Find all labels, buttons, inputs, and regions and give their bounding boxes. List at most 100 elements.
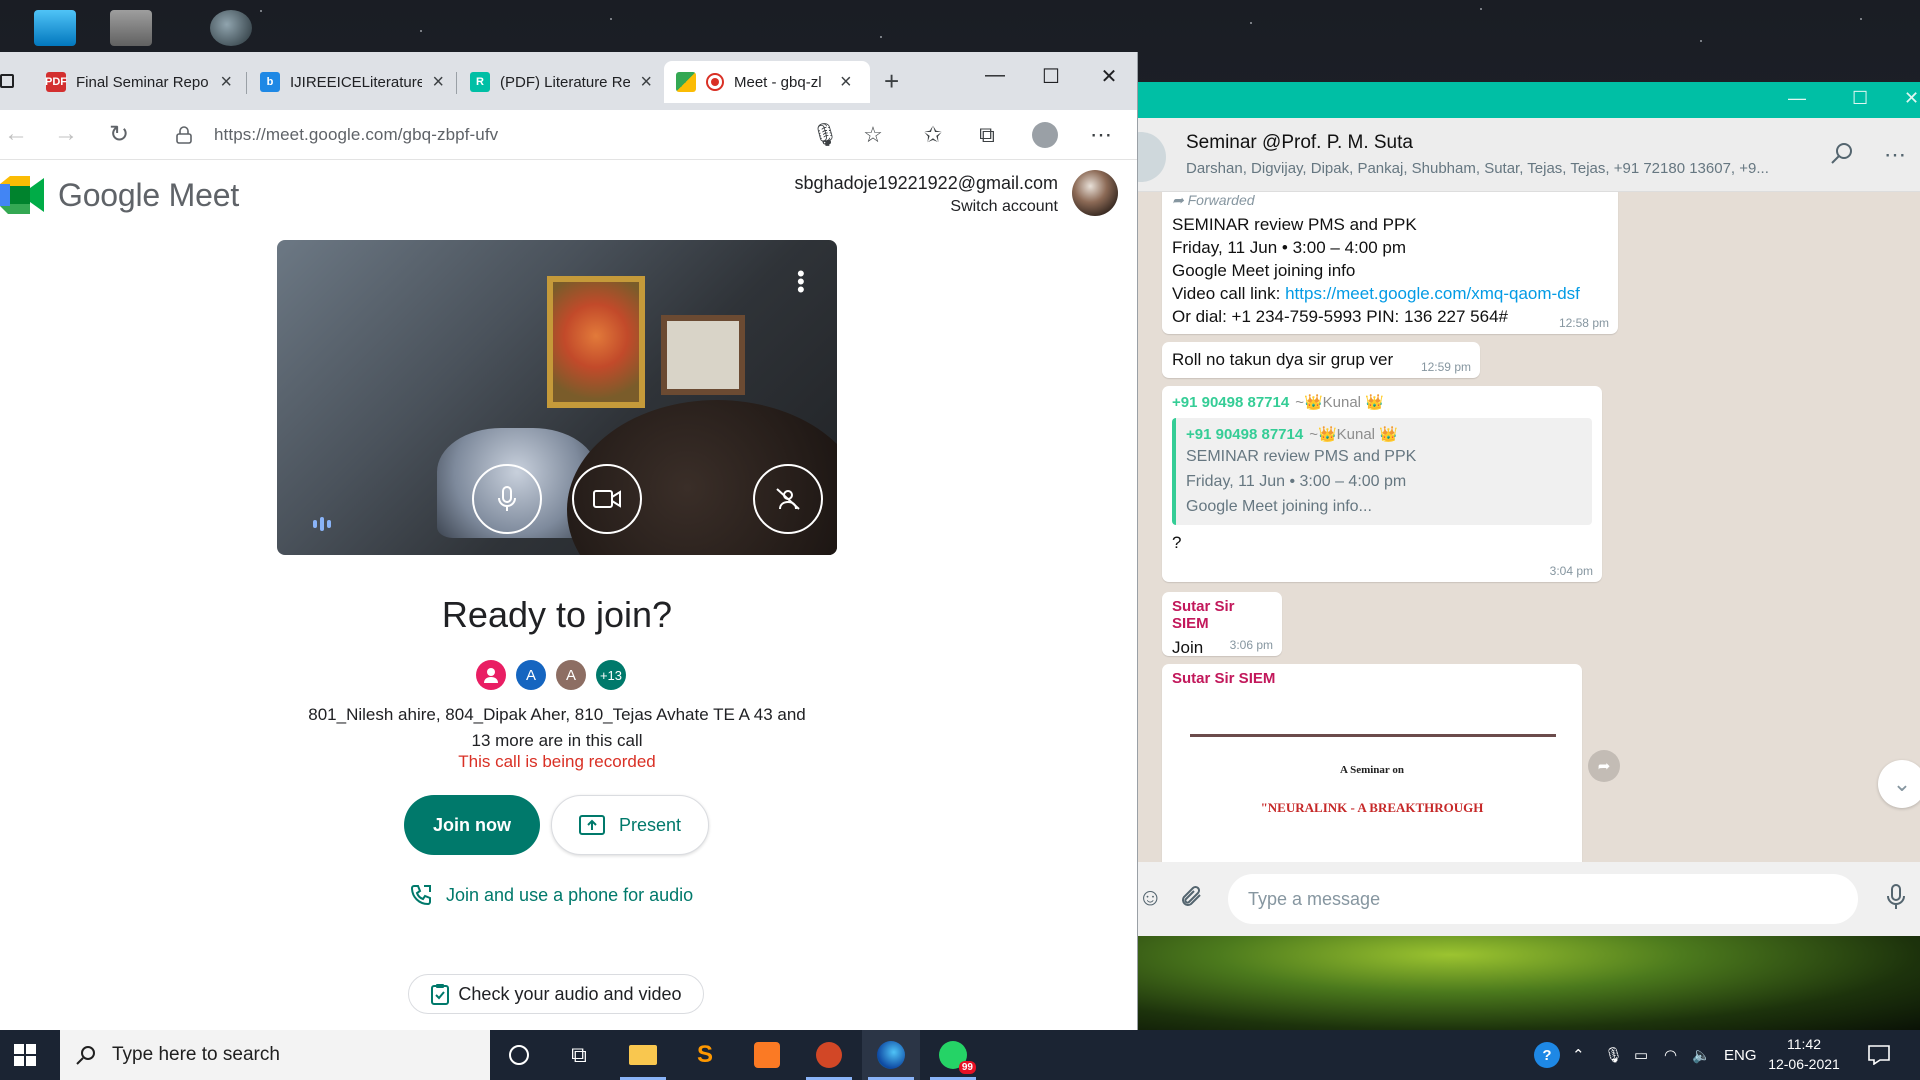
volume-icon[interactable]: 🔈 (1692, 1030, 1711, 1080)
group-avatar[interactable] (1138, 132, 1166, 182)
collections-icon[interactable]: ⧉ (972, 122, 1002, 148)
background-effects-button[interactable] (753, 464, 823, 534)
clock[interactable]: 11:42 12-06-2021 (1768, 1034, 1840, 1074)
group-name: Seminar @Prof. P. M. Suta (1186, 132, 1413, 153)
present-button[interactable]: Present (551, 795, 709, 855)
url-text: https://meet.google.com/gbq-zbpf-ufv (214, 125, 499, 144)
microphone-permission-icon[interactable]: 🎙 (810, 122, 840, 148)
more-participants-badge: +13 (596, 660, 626, 690)
back-icon[interactable]: ← (0, 120, 32, 148)
xampp-icon[interactable] (738, 1030, 796, 1080)
wifi-icon[interactable]: ◠ (1664, 1030, 1677, 1080)
forward-icon[interactable]: → (50, 120, 82, 148)
taskbar-search[interactable]: Type here to search (60, 1030, 490, 1080)
in-call-line: 13 more are in this call (471, 731, 643, 750)
show-hidden-icons-icon[interactable]: ⌃ (1572, 1030, 1585, 1080)
maximize-icon[interactable]: ☐ (1036, 64, 1066, 89)
favorites-icon[interactable]: ✩ (918, 122, 948, 148)
tab-meet[interactable]: Meet - gbq-zl × (664, 61, 870, 103)
emoji-icon[interactable]: ☺ (1138, 884, 1163, 912)
message-text: ? (1172, 533, 1182, 552)
profile-icon[interactable] (1030, 122, 1060, 154)
phone-audio-link[interactable]: Join and use a phone for audio (410, 884, 693, 906)
scroll-down-icon[interactable]: ⌄ (1878, 760, 1920, 808)
attach-icon[interactable] (1180, 884, 1204, 915)
wallpaper-field (1138, 936, 1920, 1030)
reload-icon[interactable]: ↻ (103, 120, 135, 149)
tab-final-seminar-report[interactable]: PDF Final Seminar Repo × (34, 61, 244, 103)
bing-icon: b (260, 72, 280, 92)
close-icon[interactable]: × (640, 71, 652, 94)
quoted-message[interactable]: +91 90498 87714 ~👑Kunal 👑 SEMINAR review … (1172, 418, 1592, 525)
document-preview[interactable]: A Seminar on "NEURALINK - A BREAKTHROUGH (1182, 704, 1562, 815)
powerpoint-icon[interactable] (800, 1030, 858, 1080)
present-label: Present (618, 814, 682, 835)
switch-account-link[interactable]: Switch account (795, 198, 1058, 216)
message-input[interactable] (1228, 874, 1858, 924)
cortana-icon[interactable] (490, 1030, 548, 1080)
ready-to-join-title: Ready to join? (441, 594, 673, 635)
language-indicator[interactable]: ENG (1724, 1030, 1757, 1080)
file-explorer-icon[interactable] (614, 1030, 672, 1080)
address-bar[interactable]: https://meet.google.com/gbq-zbpf-ufv (156, 116, 898, 154)
task-view-icon[interactable]: ⧉ (550, 1030, 608, 1080)
background-blur-icon (776, 488, 800, 510)
menu-icon[interactable]: ⋯ (1884, 142, 1906, 168)
window-close-icon[interactable]: ✕ (1094, 64, 1124, 89)
recycle-bin-desktop-icon[interactable] (110, 10, 152, 46)
new-tab-icon[interactable]: + (884, 66, 899, 97)
close-icon[interactable]: × (432, 71, 444, 94)
google-meet-icon (676, 72, 696, 92)
minimize-icon[interactable]: — (1788, 88, 1806, 109)
present-screen-icon (578, 815, 605, 835)
tab-pdf-literature-review[interactable]: R (PDF) Literature Re × (458, 61, 664, 103)
video-scene (661, 315, 745, 395)
add-favorite-icon[interactable]: ☆ (858, 122, 888, 148)
message-bubble[interactable]: Roll no takun dya sir grup ver 12:59 pm (1162, 342, 1480, 378)
camera-toggle-button[interactable] (572, 464, 642, 534)
phone-audio-label: Join and use a phone for audio (446, 884, 694, 905)
pdf-icon: PDF (45, 72, 67, 92)
microphone-tray-icon[interactable]: 🎙 (1604, 1030, 1623, 1080)
close-icon[interactable]: × (840, 71, 852, 94)
quoted-line: Friday, 11 Jun • 3:00 – 4:00 pm (1186, 473, 1407, 490)
tab-ijireeice-literature[interactable]: b IJIREEICELiterature × (248, 61, 456, 103)
document-message[interactable]: Sutar Sir SIEM A Seminar on "NEURALINK -… (1162, 664, 1582, 862)
app-desktop-icon[interactable] (210, 10, 252, 46)
video-more-options-icon[interactable]: • • • (797, 263, 805, 301)
maximize-icon[interactable]: ☐ (1852, 88, 1868, 109)
notifications-icon[interactable] (1868, 1030, 1890, 1080)
check-audio-video-label: Check your audio and video (458, 983, 682, 1004)
sublime-text-icon[interactable]: S (676, 1030, 734, 1080)
this-pc-desktop-icon[interactable] (34, 10, 76, 46)
edge-browser-icon[interactable] (862, 1030, 920, 1080)
join-now-button[interactable]: Join now (404, 795, 540, 855)
clock-time: 11:42 (1787, 1036, 1821, 1052)
check-audio-video-button[interactable]: Check your audio and video (408, 974, 704, 1014)
microphone-toggle-button[interactable] (472, 464, 542, 534)
tab-actions-icon[interactable] (0, 74, 14, 88)
help-icon[interactable]: ? (1534, 1030, 1560, 1080)
chat-header[interactable]: Seminar @Prof. P. M. Suta Darshan, Digvi… (1138, 118, 1920, 192)
meet-link[interactable]: https://meet.google.com/xmq-qaom-dsf (1285, 284, 1580, 303)
message-bubble[interactable]: ➦ Forwarded SEMINAR review PMS and PPK F… (1162, 192, 1618, 334)
search-icon[interactable] (1830, 142, 1854, 172)
forward-share-icon[interactable]: ➦ (1588, 750, 1620, 782)
voice-message-icon[interactable] (1886, 884, 1906, 917)
google-meet-icon (0, 176, 44, 214)
window-close-icon[interactable]: ✕ (1904, 88, 1919, 109)
message-bubble[interactable]: Sutar Sir SIEM Join 3:06 pm (1162, 592, 1282, 657)
clipboard-check-icon (431, 984, 450, 1005)
minimize-icon[interactable]: — (980, 64, 1010, 87)
account-avatar[interactable] (1072, 170, 1118, 216)
close-icon[interactable]: × (220, 71, 232, 94)
document-text: "NEURALINK - A BREAKTHROUGH (1260, 800, 1484, 815)
message-line: Friday, 11 Jun • 3:00 – 4:00 pm (1172, 238, 1407, 257)
more-menu-icon[interactable]: ⋯ (1086, 122, 1116, 148)
message-sender: Sutar Sir SIEM (1172, 598, 1235, 632)
message-sender: +91 90498 87714 ~👑Kunal 👑 (1172, 394, 1384, 411)
whatsapp-icon[interactable]: 99 (924, 1030, 982, 1080)
windows-start-icon[interactable] (14, 1044, 36, 1066)
battery-icon[interactable]: ▭ (1634, 1030, 1648, 1080)
message-bubble[interactable]: +91 90498 87714 ~👑Kunal 👑 +91 90498 87714… (1162, 386, 1602, 582)
